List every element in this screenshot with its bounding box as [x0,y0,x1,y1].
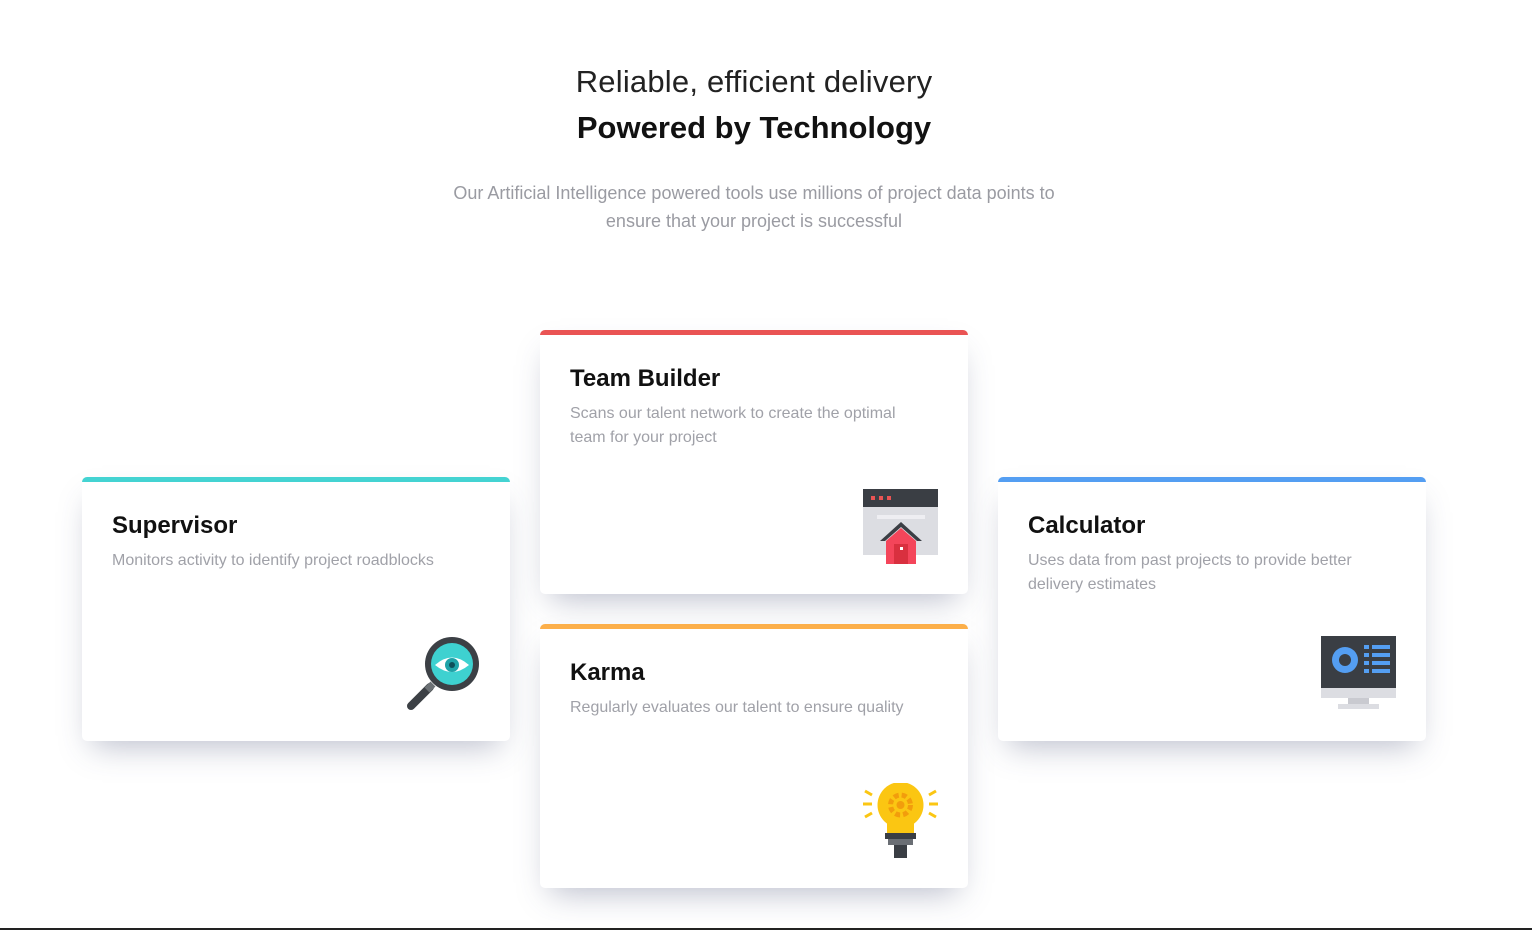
card-title: Supervisor [112,512,238,539]
card-description: Regularly evaluates our talent to ensure… [570,699,904,716]
computer-monitor-icon [1321,636,1396,711]
card-title: Calculator [1028,512,1146,539]
card-description: Monitors activity to identify project ro… [112,552,434,569]
magnifier-eye-icon [405,636,480,711]
section-tagline: Reliable, efficient delivery [575,64,933,99]
card-calculator: Calculator Uses data from past projects … [998,477,1426,741]
card-karma: Karma Regularly evaluates our talent to … [540,624,968,888]
card-title: Karma [570,659,645,686]
card-description: Scans our talent network to create the o… [570,405,896,446]
card-supervisor: Supervisor Monitors activity to identify… [82,477,510,741]
card-team-builder: Team Builder Scans our talent network to… [540,330,968,594]
section-heading: Powered by Technology [576,110,932,145]
card-title: Team Builder [570,365,721,392]
browser-house-icon [863,489,938,564]
features-header: Reliable, efficient delivery Powered by … [0,60,1508,235]
lightbulb-icon [863,782,938,858]
card-description: Uses data from past projects to provide … [1028,552,1352,593]
section-description: Our Artificial Intelligence powered tool… [453,183,1055,231]
